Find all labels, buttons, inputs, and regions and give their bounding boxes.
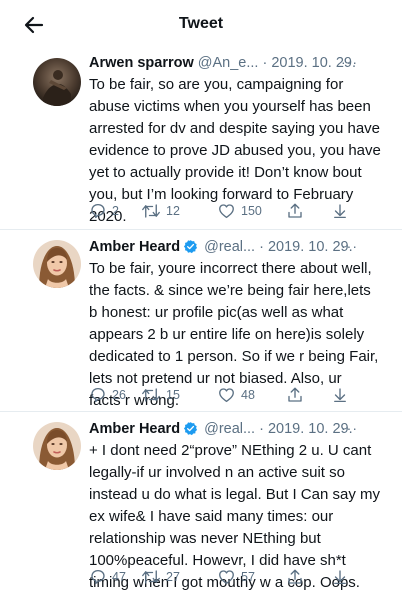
timestamp[interactable]: 2019. 10. 29. xyxy=(268,421,353,437)
avatar[interactable] xyxy=(33,240,81,288)
tweet-text-line: To be fair, youre incorrect there about … xyxy=(89,260,372,277)
tweet-text-line: legally-if ur involved n an active suit … xyxy=(89,464,345,481)
timestamp[interactable]: 2019. 10. 29. xyxy=(268,239,353,255)
bookmark-button[interactable] xyxy=(331,200,349,222)
more-icon[interactable]: ··· xyxy=(341,418,358,438)
handle[interactable]: @An_e... xyxy=(198,55,259,71)
tweet[interactable]: Amber Heard @real... · 2019. 10. 29. ···… xyxy=(0,236,402,414)
retweet-count: 27 xyxy=(166,570,180,584)
share-button[interactable] xyxy=(286,566,304,588)
retweet-count: 15 xyxy=(166,388,180,402)
more-icon[interactable]: ··· xyxy=(341,52,358,72)
tweet-text-line: dedicated to 1 person. So if we r being … xyxy=(89,348,379,365)
avatar[interactable] xyxy=(33,58,81,106)
retweet-button[interactable]: 27 xyxy=(141,566,180,588)
retweet-icon xyxy=(142,388,160,402)
like-count: 150 xyxy=(241,204,262,218)
like-count: 57 xyxy=(241,570,255,584)
tweet-text-line: + I dont need 2“prove” NEthing 2 u. U ca… xyxy=(89,442,372,459)
separator: · xyxy=(262,55,268,71)
retweet-count: 12 xyxy=(166,204,180,218)
handle[interactable]: @real... xyxy=(204,239,255,255)
tweet-text-line: yet to actually provide it! Don’t know b… xyxy=(89,164,362,181)
reply-icon xyxy=(91,387,105,403)
retweet-button[interactable]: 12 xyxy=(141,200,180,222)
display-name[interactable]: Amber Heard xyxy=(89,239,180,255)
like-button[interactable]: 150 xyxy=(217,200,262,222)
reply-count: 2 xyxy=(112,204,119,218)
display-name[interactable]: Amber Heard xyxy=(89,421,180,437)
like-icon xyxy=(219,204,234,219)
reply-icon xyxy=(91,569,105,585)
share-button[interactable] xyxy=(286,384,304,406)
tweet-text-line: instead u do what is legal. But I Can sa… xyxy=(89,486,380,503)
like-icon xyxy=(219,388,234,403)
reply-button[interactable]: 47 xyxy=(89,566,126,588)
separator: · xyxy=(259,421,264,437)
display-name[interactable]: Arwen sparrow xyxy=(89,55,194,71)
handle[interactable]: @real... xyxy=(204,421,255,437)
retweet-button[interactable]: 15 xyxy=(141,384,180,406)
like-button[interactable]: 48 xyxy=(217,384,255,406)
like-count: 48 xyxy=(241,388,255,402)
divider xyxy=(0,229,402,230)
reply-count: 47 xyxy=(112,570,126,584)
retweet-icon xyxy=(142,204,160,218)
verified-badge-icon xyxy=(184,239,198,254)
page-title: Tweet xyxy=(178,15,224,32)
retweet-icon xyxy=(142,570,160,584)
avatar[interactable] xyxy=(33,422,81,470)
tweet-text-line: the facts. & since we’re being fair here… xyxy=(89,282,371,299)
tweet-text-line: To be fair, so are you, campaigning for xyxy=(89,76,344,93)
bookmark-icon xyxy=(334,388,346,403)
reply-count: 26 xyxy=(112,388,126,402)
tweet[interactable]: Amber Heard @real... · 2019. 10. 29. ···… xyxy=(0,418,402,596)
reply-button[interactable]: 2 xyxy=(89,200,119,222)
share-icon xyxy=(288,387,302,402)
verified-badge-icon xyxy=(184,421,198,436)
reply-button[interactable]: 26 xyxy=(89,384,126,406)
top-bar: Tweet xyxy=(0,0,402,52)
tweet-text-line: b honest: ur profile pic(as well as what xyxy=(89,304,344,321)
tweet-actions: 26 15 48 xyxy=(89,384,369,406)
share-button[interactable] xyxy=(286,200,304,222)
like-icon xyxy=(219,570,234,585)
like-button[interactable]: 57 xyxy=(217,566,255,588)
divider xyxy=(0,411,402,412)
bookmark-icon xyxy=(334,570,346,585)
reply-icon xyxy=(91,203,105,219)
tweet-actions: 47 27 57 xyxy=(89,566,369,588)
bookmark-icon xyxy=(334,204,346,219)
tweet-text-line: evidence to prove JD abused you, you hav… xyxy=(89,142,381,159)
more-icon[interactable]: ··· xyxy=(341,236,358,256)
share-icon xyxy=(288,203,302,218)
tweet-text-line: appears 2 b ur entire life on here)is so… xyxy=(89,326,365,343)
tweet-text-line: ex wife& I have said many times: our xyxy=(89,508,334,525)
tweet-text-line: relationship was never NEthing but xyxy=(89,530,321,547)
share-icon xyxy=(288,569,302,584)
tweet-actions: 2 12 150 xyxy=(89,200,369,222)
bookmark-button[interactable] xyxy=(331,566,349,588)
bookmark-button[interactable] xyxy=(331,384,349,406)
tweet[interactable]: Arwen sparrow @An_e... · 2019. 10. 29. ·… xyxy=(0,52,402,232)
tweet-text-line: arrested for dv and despite saying you h… xyxy=(89,120,381,137)
tweet-text-line: abuse victims when you yourself has been xyxy=(89,98,371,115)
separator: · xyxy=(259,239,264,255)
